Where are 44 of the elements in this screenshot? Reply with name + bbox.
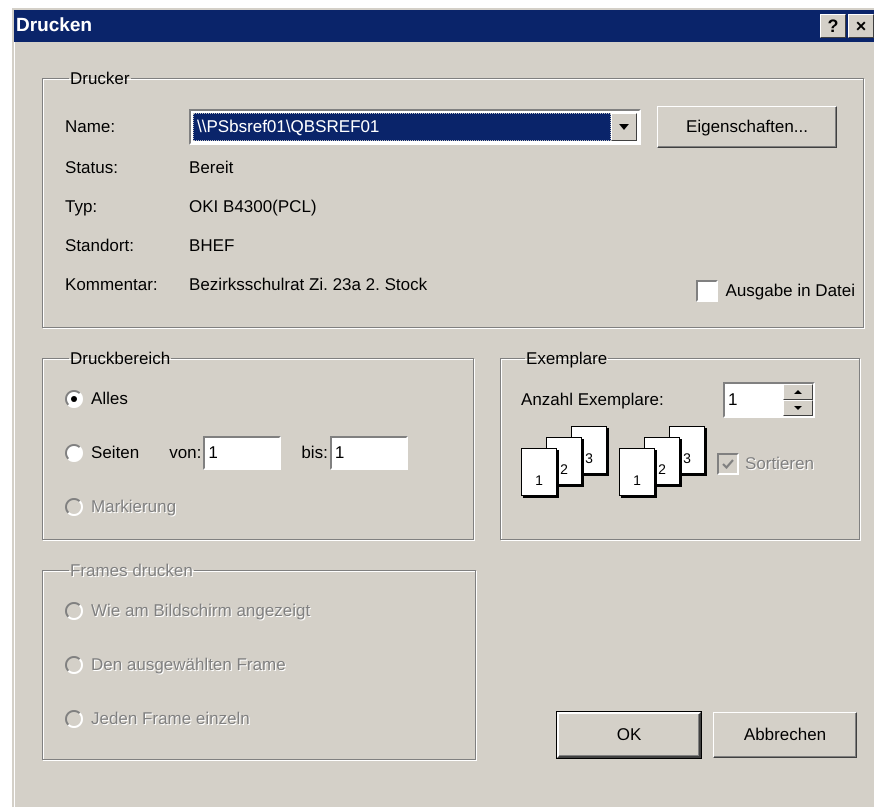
radio-label: Markierung [91, 496, 176, 518]
dropdown-value: \\PSbsref01\QBSREF01 [193, 112, 611, 140]
radio-label: Den ausgewählten Frame [91, 654, 286, 676]
text-field[interactable]: 1 [203, 436, 282, 470]
ok-button[interactable]: OK [557, 712, 701, 758]
page-sheet: 1 [521, 448, 557, 496]
field-label: von: [169, 442, 202, 464]
copies-spinbox[interactable]: 1 [723, 382, 815, 418]
radio-label: Alles [91, 388, 128, 410]
checkbox-label: Ausgabe in Datei [726, 280, 855, 302]
radio-button[interactable] [65, 390, 83, 408]
group-title: Exemplare [525, 348, 608, 370]
field-label: Typ: [65, 196, 98, 218]
group-title: Druckbereich [69, 348, 172, 370]
field-label: Name: [65, 116, 116, 138]
group-title: Frames drucken [69, 560, 194, 582]
spinbox-value: 1 [727, 388, 738, 411]
checkmark-icon [721, 456, 735, 470]
radio-button[interactable] [65, 444, 83, 462]
field-label: Standort: [65, 234, 135, 257]
cancel-button[interactable]: Abbrechen [713, 712, 857, 758]
field-label: Kommentar: [65, 274, 159, 296]
field-label: Anzahl Exemplare: [521, 388, 665, 411]
help-button[interactable]: ? [820, 14, 846, 38]
radio-label: Jeden Frame einzeln [91, 708, 250, 730]
text-field[interactable]: 1 [330, 436, 408, 470]
printer-dropdown[interactable]: \\PSbsref01\QBSREF01 [189, 108, 641, 144]
group-title: Drucker [69, 68, 131, 90]
spin-up-icon[interactable] [783, 384, 813, 400]
radio-label: Wie am Bildschirm angezeigt [91, 600, 310, 622]
field-value: Bezirksschulrat Zi. 23a 2. Stock [189, 274, 428, 296]
close-button[interactable]: × [848, 14, 874, 38]
spin-down-icon[interactable] [783, 400, 813, 416]
field-label: bis: [301, 442, 328, 464]
window-title: Drucken [16, 14, 92, 38]
field-value: OKI B4300(PCL) [189, 196, 317, 218]
field-value: BHEF [189, 234, 234, 257]
radio-label: Seiten [91, 442, 140, 464]
field-value: Bereit [189, 156, 234, 179]
field-label: Status: [65, 156, 119, 179]
checkbox[interactable] [696, 280, 718, 302]
checkbox-label: Sortieren [745, 452, 814, 475]
properties-button[interactable]: Eigenschaften... [657, 106, 837, 148]
page-sheet: 1 [619, 448, 655, 496]
